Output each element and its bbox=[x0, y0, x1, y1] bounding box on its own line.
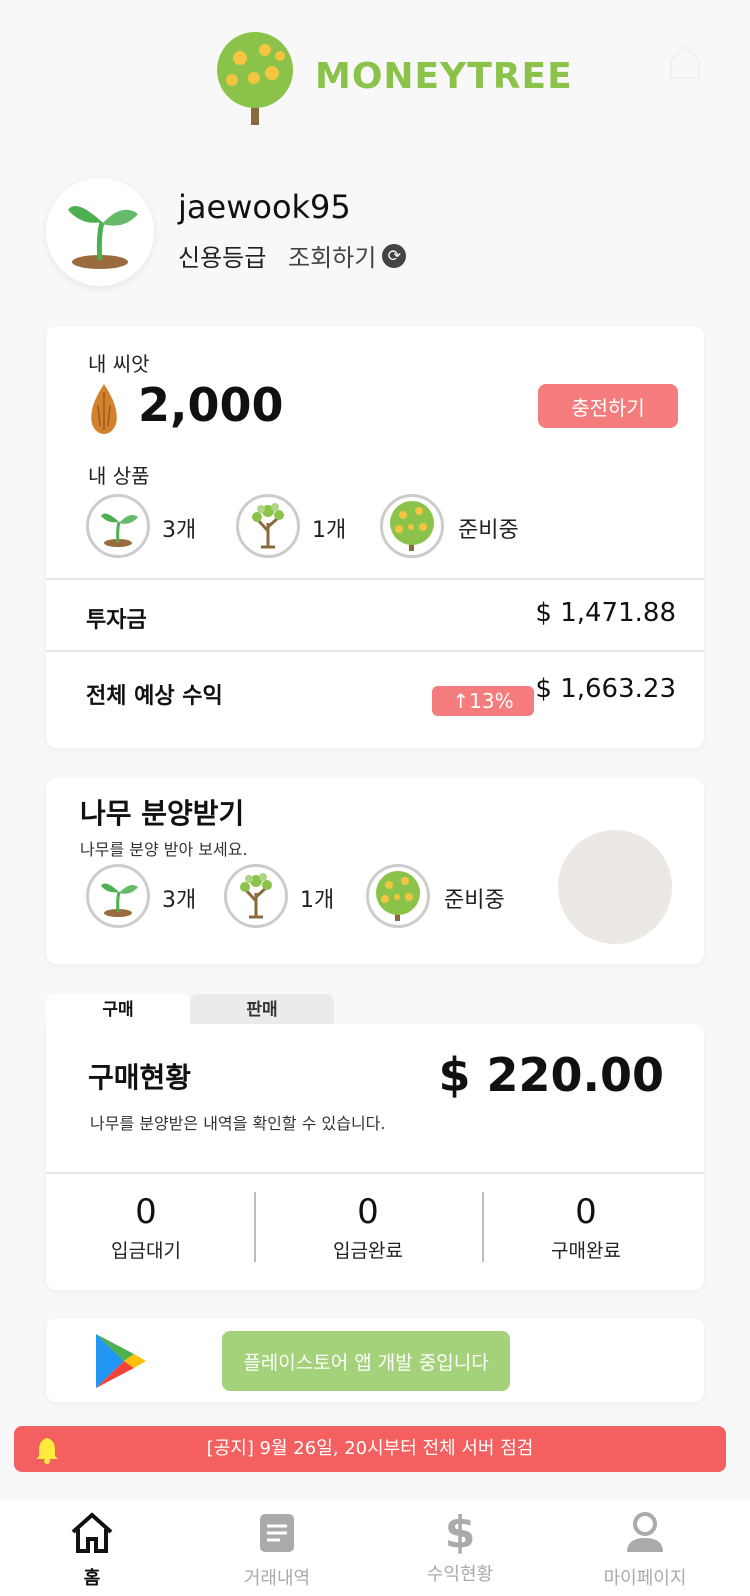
refresh-icon[interactable]: ⟳ bbox=[382, 243, 407, 268]
purchase-status-subtitle: 나무를 분양받은 내역을 확인할 수 있습니다. bbox=[90, 1114, 386, 1133]
stat-label: 입금완료 bbox=[333, 1240, 403, 1262]
my-seed-card: 내 씨앗 2,000 충전하기 내 상품 3개 1개 준비중 투자금 $ 1,4… bbox=[46, 326, 704, 748]
sprout-icon bbox=[68, 206, 138, 269]
nav-label: 마이페이지 bbox=[603, 1568, 687, 1589]
product-count: 1개 bbox=[300, 888, 335, 913]
purchase-amount: $ 220.00 bbox=[438, 1048, 664, 1102]
nav-label: 거래내역 bbox=[243, 1568, 311, 1589]
product-count: 1개 bbox=[312, 518, 347, 543]
stat-deposit-complete[interactable]: 0 입금완료 bbox=[268, 1192, 468, 1263]
young-tree-icon[interactable] bbox=[236, 494, 300, 558]
divider bbox=[46, 1172, 704, 1174]
expected-profit-label: 전체 예상 수익 bbox=[86, 684, 223, 709]
stat-separator bbox=[482, 1192, 484, 1262]
document-icon bbox=[260, 1514, 294, 1552]
money-tree-icon[interactable] bbox=[366, 864, 430, 928]
stat-label: 입금대기 bbox=[111, 1240, 181, 1262]
stat-awaiting-deposit[interactable]: 0 입금대기 bbox=[46, 1192, 246, 1263]
my-products-row: 3개 1개 준비중 bbox=[86, 494, 686, 560]
stat-value: 0 bbox=[575, 1192, 597, 1232]
product-status: 준비중 bbox=[458, 518, 519, 543]
product-count: 3개 bbox=[162, 518, 197, 543]
divider bbox=[46, 650, 704, 652]
nav-label: 수익현황 bbox=[426, 1564, 494, 1585]
purchase-status-card: 구매현황 $ 220.00 나무를 분양받은 내역을 확인할 수 있습니다. 0… bbox=[46, 1024, 704, 1290]
investment-label: 투자금 bbox=[86, 608, 147, 633]
sprout-icon[interactable] bbox=[86, 494, 150, 558]
nav-home[interactable]: 홈 bbox=[17, 1510, 167, 1590]
username: jaewook95 bbox=[178, 188, 351, 226]
nav-label: 홈 bbox=[83, 1568, 101, 1589]
seed-label: 내 씨앗 bbox=[88, 352, 150, 376]
app-header: MONEYTREE bbox=[0, 0, 750, 140]
dollar-icon: $ bbox=[444, 1507, 476, 1558]
stat-purchase-complete[interactable]: 0 구매완료 bbox=[486, 1192, 686, 1263]
credit-grade-label: 신용등급 bbox=[178, 244, 267, 272]
google-play-icon bbox=[96, 1334, 146, 1388]
profile-section: jaewook95 신용등급 조회하기 ⟳ bbox=[46, 178, 706, 288]
purchase-status-title: 구매현황 bbox=[88, 1061, 192, 1094]
stat-label: 구매완료 bbox=[551, 1240, 621, 1262]
credit-lookup-link[interactable]: 조회하기 ⟳ bbox=[288, 238, 407, 273]
bottom-navigation: 홈 거래내역 $ 수익현황 마이페이지 bbox=[0, 1500, 750, 1596]
product-status: 준비중 bbox=[444, 888, 505, 913]
money-tree-logo bbox=[217, 32, 293, 125]
tab-buy[interactable]: 구매 bbox=[46, 994, 190, 1026]
seed-amount: 2,000 bbox=[138, 378, 284, 432]
my-products-label: 내 상품 bbox=[88, 464, 150, 488]
user-icon bbox=[627, 1512, 663, 1552]
young-tree-icon[interactable] bbox=[224, 864, 288, 928]
stat-value: 0 bbox=[135, 1192, 157, 1232]
expected-profit-value: $ 1,663.23 bbox=[535, 674, 676, 704]
brand-name: MONEYTREE bbox=[315, 56, 573, 97]
notice-text: [공지] 9월 26일, 20시부터 전체 서버 점검 bbox=[206, 1438, 534, 1459]
tree-adoption-title: 나무 분양받기 bbox=[80, 797, 245, 830]
notice-banner[interactable]: [공지] 9월 26일, 20시부터 전체 서버 점검 bbox=[14, 1426, 726, 1472]
avatar[interactable] bbox=[46, 178, 154, 286]
home-outline-icon[interactable] bbox=[668, 44, 702, 80]
divider bbox=[46, 578, 704, 580]
stat-value: 0 bbox=[357, 1192, 379, 1232]
profit-change-badge: ↑13% bbox=[432, 686, 534, 716]
tab-sell[interactable]: 판매 bbox=[190, 994, 334, 1026]
nav-transactions[interactable]: 거래내역 bbox=[202, 1510, 352, 1590]
nav-mypage[interactable]: 마이페이지 bbox=[570, 1510, 720, 1590]
playstore-card: 플레이스토어 앱 개발 중입니다 bbox=[46, 1318, 704, 1402]
product-count: 3개 bbox=[162, 888, 197, 913]
home-icon bbox=[71, 1512, 113, 1553]
sprout-icon[interactable] bbox=[86, 864, 150, 928]
playstore-dev-button[interactable]: 플레이스토어 앱 개발 중입니다 bbox=[222, 1331, 510, 1391]
almond-seed-icon bbox=[91, 384, 117, 434]
purchase-sale-tabs: 구매 판매 bbox=[46, 994, 334, 1026]
tree-adoption-subtitle: 나무를 분양 받아 보세요. bbox=[80, 840, 248, 859]
investment-value: $ 1,471.88 bbox=[535, 598, 676, 628]
money-tree-icon[interactable] bbox=[380, 494, 444, 558]
credit-lookup-label: 조회하기 bbox=[288, 244, 377, 272]
charge-button[interactable]: 충전하기 bbox=[538, 384, 678, 428]
nav-earnings[interactable]: $ 수익현황 bbox=[385, 1510, 535, 1586]
tree-placeholder-image bbox=[558, 830, 672, 944]
tree-adoption-card[interactable]: 나무 분양받기 나무를 분양 받아 보세요. 3개 1개 준비중 bbox=[46, 778, 704, 964]
stat-separator bbox=[254, 1192, 256, 1262]
